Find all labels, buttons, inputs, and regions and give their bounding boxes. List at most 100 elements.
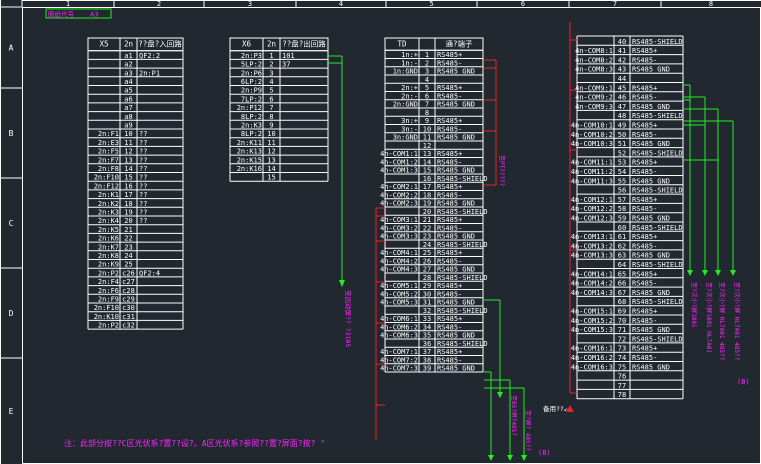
x5-cell: ?? <box>139 200 147 208</box>
td2-cell: 76 <box>618 373 626 381</box>
td2-cell: RS485+ <box>632 308 657 316</box>
x5-cell: 2n:F9 <box>98 296 119 304</box>
x6-cell: 7 <box>269 104 273 112</box>
x5-cell: 2n:F10 <box>94 304 119 312</box>
td2-cell: 48 <box>618 112 626 120</box>
x6-cell: 5LP:2 <box>241 61 262 69</box>
td2-cell: RS485-SHIELD <box>632 187 683 195</box>
td2-cell: RS485- <box>632 354 657 362</box>
td2-cell: RS485 GND <box>632 215 670 223</box>
x5-cell: a2 <box>124 61 132 69</box>
x5-cell: 2n:K1 <box>98 191 119 199</box>
td2-cell: RS485-SHIELD <box>632 298 683 306</box>
td-cell: 3n:- <box>401 125 418 133</box>
td-cell: 4n-COM7:3 <box>380 365 418 373</box>
x5-cell: a7 <box>124 104 132 112</box>
td-cell: 16 <box>423 175 431 183</box>
x5-cell: 22 <box>124 235 132 243</box>
td-head: TD <box>397 39 407 48</box>
td2-cell: 41 <box>618 47 626 55</box>
td-cell: 3n:GND <box>393 134 418 142</box>
td2-cell: 42 <box>618 56 626 64</box>
column-number: 8 <box>709 0 713 8</box>
td2-cell: RS485 GND <box>632 289 670 297</box>
td-cell: 13 <box>423 150 431 158</box>
arrow-head <box>488 455 494 461</box>
td-head: 通?端子 <box>445 38 473 48</box>
td-cell: 31 <box>423 299 431 307</box>
td2-cell: 43 <box>618 66 626 74</box>
vertical-note: 至B5?屏?485? <box>510 395 517 436</box>
td-cell: RS485-SHIELD <box>437 340 488 348</box>
suffix-label: (B) <box>538 449 551 457</box>
x5-cell: ?? <box>139 209 147 217</box>
td2-cell: RS485-SHIELD <box>632 38 683 46</box>
x6-cell: 10 <box>267 130 275 138</box>
row-letter: C <box>9 219 14 228</box>
td-cell: 22 <box>423 224 431 232</box>
x5-cell: a8 <box>124 113 132 121</box>
td-cell: RS485- <box>437 92 462 100</box>
td-cell: 11 <box>423 134 431 142</box>
x6-cell: 6 <box>269 95 273 103</box>
x5-cell: 2n:F6 <box>98 287 119 295</box>
td2-cell: RS485 GND <box>632 103 670 111</box>
x6-cell: 8LP:2 <box>241 113 262 121</box>
td-cell: 35 <box>423 332 431 340</box>
td-cell: 15 <box>423 167 431 175</box>
title-block-sheet: A3 <box>90 11 98 19</box>
td-cell: RS485+ <box>437 348 462 356</box>
td-cell: RS485 GND <box>437 134 475 142</box>
x5-cell: ?? <box>139 165 147 173</box>
td2-cell: 62 <box>618 242 626 250</box>
td2-cell: 54 <box>618 168 626 176</box>
td-cell: 9 <box>425 117 429 125</box>
td2-cell: RS485 GND <box>632 140 670 148</box>
td-cell: RS485- <box>437 356 462 364</box>
x5-cell: 2n:F5 <box>98 148 119 156</box>
vertical-note: 至?次小?屏 HL7A01 485?? <box>733 282 741 361</box>
td-cell: 7 <box>425 101 429 109</box>
td-cell: 19 <box>423 200 431 208</box>
x6-cell: 15 <box>267 174 275 182</box>
td-cell: RS485+ <box>437 84 462 92</box>
x5-cell: 21 <box>124 226 132 234</box>
td-cell: RS485- <box>437 290 462 298</box>
td2-cell: RS485-SHIELD <box>632 335 683 343</box>
td-cell: RS485- <box>437 257 462 265</box>
td-cell: RS485 GND <box>437 167 475 175</box>
cad-drawing: 1 2 3 4 5 6 7 8ABCDE图纸代号 A3X5 2n ??盘?入回路a1 QF2:2a2a… <box>0 0 761 464</box>
td-cell: RS485 GND <box>437 299 475 307</box>
td2-cell: 51 <box>618 140 626 148</box>
td2-cell: RS485- <box>632 242 657 250</box>
column-number: 2 <box>157 0 161 8</box>
td-cell: 2n:GND <box>393 101 418 109</box>
td-cell: 30 <box>423 290 431 298</box>
td-cell: 4n-COM5:1 <box>380 282 418 290</box>
td2-cell: RS485+ <box>632 47 657 55</box>
x6-cell: 8LP:2 <box>241 130 262 138</box>
td-cell: 21 <box>423 216 431 224</box>
td-cell: RS485 GND <box>437 233 475 241</box>
x6-cell: 2n:P12 <box>237 104 262 112</box>
x5-cell: a4 <box>124 78 132 86</box>
x5-cell: 2n:K7 <box>98 243 119 251</box>
td-cell: RS485- <box>437 323 462 331</box>
td-cell: 4n-COM4:1 <box>380 249 418 257</box>
x6-cell: 8 <box>269 113 273 121</box>
td2-cell: RS485+ <box>632 345 657 353</box>
td-cell: RS485 GND <box>437 200 475 208</box>
x5-cell: 2n:E3 <box>98 139 119 147</box>
td-cell: 20 <box>423 208 431 216</box>
x5-cell: a1 <box>124 52 132 60</box>
td-cell: 4n-COM6:2 <box>380 323 418 331</box>
x5-cell: 2n:P2 <box>98 322 119 330</box>
td-cell: 39 <box>423 365 431 373</box>
x5-cell: 12 <box>124 148 132 156</box>
td2-cell: 40 <box>618 38 626 46</box>
x6-cell: 1 <box>269 52 273 60</box>
x5-cell: 13 <box>124 156 132 164</box>
x5-cell: 20 <box>124 217 132 225</box>
x6-cell: 2 <box>269 61 273 69</box>
x5-cell: 24 <box>124 252 132 260</box>
